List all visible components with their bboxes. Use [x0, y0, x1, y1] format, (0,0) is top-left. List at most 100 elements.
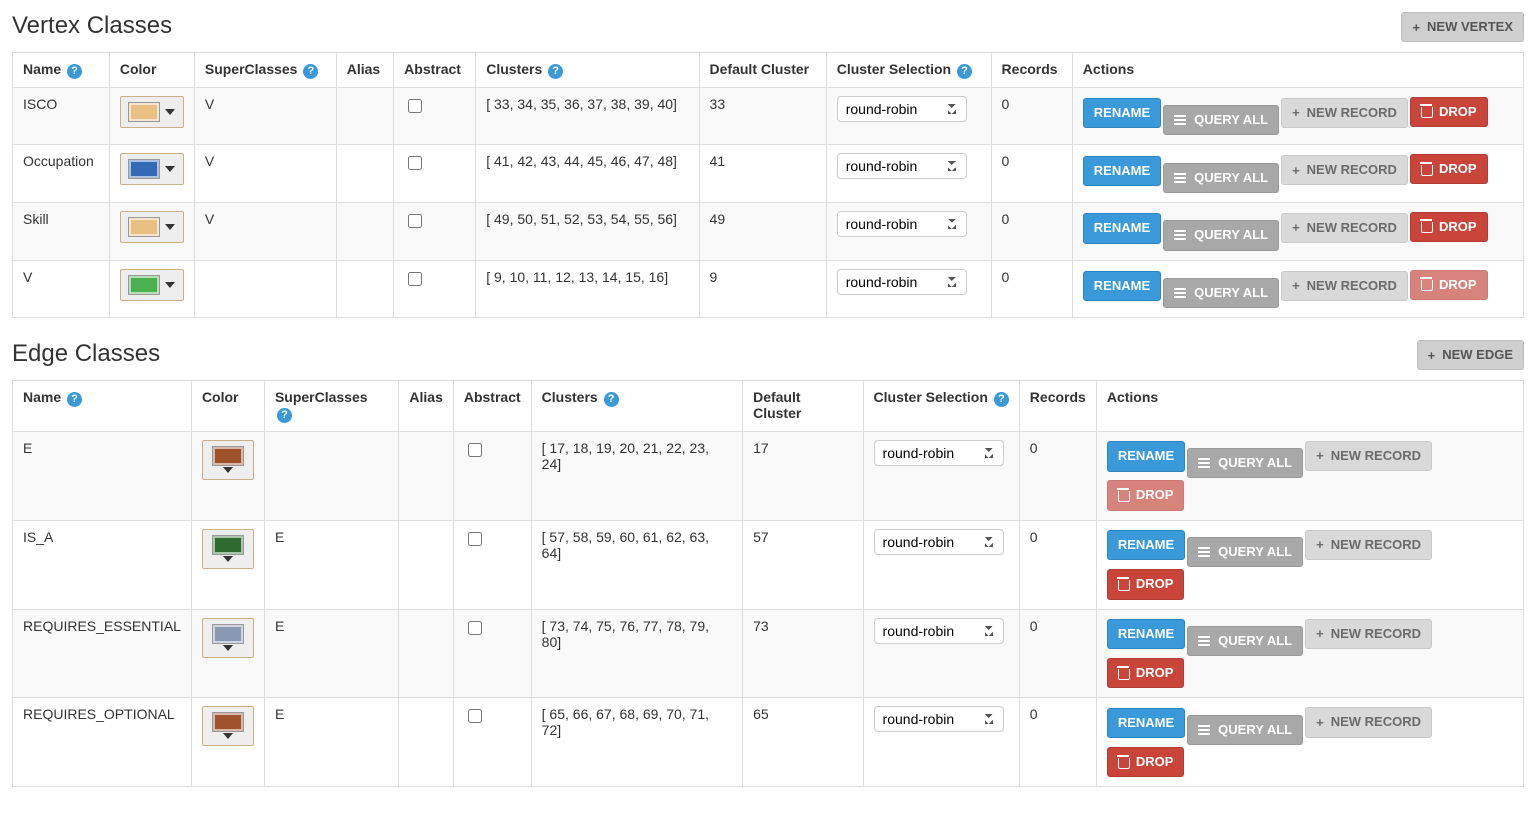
- query-all-button[interactable]: QUERY ALL: [1187, 626, 1303, 656]
- rename-button[interactable]: RENAME: [1083, 213, 1161, 243]
- col-default-cluster: Default Cluster: [699, 53, 826, 88]
- new-record-button[interactable]: NEW RECORD: [1305, 707, 1432, 737]
- abstract-checkbox[interactable]: [468, 443, 482, 457]
- query-all-button[interactable]: QUERY ALL: [1163, 220, 1279, 250]
- abstract-checkbox[interactable]: [468, 532, 482, 546]
- list-icon: [1174, 230, 1186, 240]
- abstract-checkbox[interactable]: [468, 621, 482, 635]
- query-all-button[interactable]: QUERY ALL: [1187, 715, 1303, 745]
- cell-superclasses: E: [264, 698, 398, 787]
- cluster-selection-select[interactable]: round-robin: [837, 211, 967, 237]
- cell-actions: RENAMEQUERY ALLNEW RECORD DROP: [1096, 431, 1523, 520]
- abstract-checkbox[interactable]: [408, 156, 422, 170]
- cluster-selection-select[interactable]: round-robin: [837, 153, 967, 179]
- cluster-selection-select[interactable]: round-robin: [874, 706, 1004, 732]
- new-record-button[interactable]: NEW RECORD: [1305, 441, 1432, 471]
- query-all-button[interactable]: QUERY ALL: [1187, 537, 1303, 567]
- query-all-button[interactable]: QUERY ALL: [1163, 105, 1279, 135]
- cell-name[interactable]: Skill: [13, 202, 110, 260]
- drop-button[interactable]: DROP: [1107, 747, 1185, 777]
- cluster-selection-select[interactable]: round-robin: [837, 96, 967, 122]
- col-records: Records: [991, 53, 1072, 88]
- plus-icon: [1316, 538, 1327, 551]
- abstract-checkbox[interactable]: [468, 709, 482, 723]
- help-icon[interactable]: ?: [303, 64, 318, 79]
- help-icon[interactable]: ?: [67, 64, 82, 79]
- drop-button[interactable]: DROP: [1410, 270, 1488, 300]
- color-picker-button[interactable]: [202, 440, 254, 480]
- drop-button[interactable]: DROP: [1410, 97, 1488, 127]
- rename-button[interactable]: RENAME: [1107, 441, 1185, 471]
- drop-button[interactable]: DROP: [1410, 212, 1488, 242]
- cell-name[interactable]: V: [13, 260, 110, 318]
- rename-button[interactable]: RENAME: [1083, 271, 1161, 301]
- vertex-title: Vertex Classes: [12, 12, 172, 40]
- cell-abstract: [394, 145, 476, 203]
- cell-default-cluster: 65: [743, 698, 863, 787]
- color-swatch: [213, 447, 243, 465]
- drop-button[interactable]: DROP: [1107, 658, 1185, 688]
- cell-name[interactable]: REQUIRES_ESSENTIAL: [13, 609, 192, 698]
- cell-clusters: [ 57, 58, 59, 60, 61, 62, 63, 64]: [531, 520, 742, 609]
- cluster-selection-select[interactable]: round-robin: [874, 618, 1004, 644]
- table-row: SkillV[ 49, 50, 51, 52, 53, 54, 55, 56]4…: [13, 202, 1524, 260]
- cell-name[interactable]: E: [13, 431, 192, 520]
- cell-records: 0: [1019, 698, 1096, 787]
- query-all-button[interactable]: QUERY ALL: [1187, 448, 1303, 478]
- cell-alias: [399, 698, 453, 787]
- color-picker-button[interactable]: [120, 211, 184, 243]
- new-record-button[interactable]: NEW RECORD: [1305, 619, 1432, 649]
- abstract-checkbox[interactable]: [408, 99, 422, 113]
- cell-clusters: [ 33, 34, 35, 36, 37, 38, 39, 40]: [476, 87, 699, 145]
- color-picker-button[interactable]: [120, 269, 184, 301]
- new-record-button[interactable]: NEW RECORD: [1281, 271, 1408, 301]
- col-superclasses: SuperClasses ?: [194, 53, 336, 88]
- new-record-button[interactable]: NEW RECORD: [1281, 155, 1408, 185]
- cluster-selection-select[interactable]: round-robin: [874, 529, 1004, 555]
- cell-name[interactable]: Occupation: [13, 145, 110, 203]
- query-all-button[interactable]: QUERY ALL: [1163, 163, 1279, 193]
- col-name: Name ?: [13, 381, 192, 432]
- new-record-button[interactable]: NEW RECORD: [1305, 530, 1432, 560]
- new-vertex-button[interactable]: NEW VERTEX: [1401, 12, 1524, 42]
- list-icon: [1198, 725, 1210, 735]
- trash-icon: [1421, 164, 1431, 175]
- abstract-checkbox[interactable]: [408, 272, 422, 286]
- cell-alias: [336, 145, 393, 203]
- cell-abstract: [453, 609, 531, 698]
- abstract-checkbox[interactable]: [408, 214, 422, 228]
- drop-button[interactable]: DROP: [1107, 569, 1185, 599]
- cluster-selection-select[interactable]: round-robin: [874, 440, 1004, 466]
- col-cluster-selection: Cluster Selection ?: [863, 381, 1019, 432]
- cluster-selection-select[interactable]: round-robin: [837, 269, 967, 295]
- drop-button[interactable]: DROP: [1107, 480, 1185, 510]
- trash-icon: [1118, 579, 1128, 590]
- new-edge-button[interactable]: NEW EDGE: [1417, 340, 1524, 370]
- new-record-button[interactable]: NEW RECORD: [1281, 213, 1408, 243]
- color-picker-button[interactable]: [120, 96, 184, 128]
- col-default-cluster: Default Cluster: [743, 381, 863, 432]
- rename-button[interactable]: RENAME: [1107, 708, 1185, 738]
- new-record-button[interactable]: NEW RECORD: [1281, 98, 1408, 128]
- color-picker-button[interactable]: [202, 618, 254, 658]
- help-icon[interactable]: ?: [67, 392, 82, 407]
- color-picker-button[interactable]: [120, 153, 184, 185]
- help-icon[interactable]: ?: [994, 392, 1009, 407]
- chevron-down-icon: [223, 645, 233, 651]
- rename-button[interactable]: RENAME: [1107, 619, 1185, 649]
- help-icon[interactable]: ?: [957, 64, 972, 79]
- query-all-button[interactable]: QUERY ALL: [1163, 278, 1279, 308]
- rename-button[interactable]: RENAME: [1083, 98, 1161, 128]
- help-icon[interactable]: ?: [277, 408, 292, 423]
- color-picker-button[interactable]: [202, 529, 254, 569]
- help-icon[interactable]: ?: [548, 64, 563, 79]
- cell-name[interactable]: ISCO: [13, 87, 110, 145]
- rename-button[interactable]: RENAME: [1083, 156, 1161, 186]
- help-icon[interactable]: ?: [604, 392, 619, 407]
- chevron-down-icon: [165, 224, 175, 230]
- color-picker-button[interactable]: [202, 706, 254, 746]
- rename-button[interactable]: RENAME: [1107, 530, 1185, 560]
- cell-name[interactable]: REQUIRES_OPTIONAL: [13, 698, 192, 787]
- cell-name[interactable]: IS_A: [13, 520, 192, 609]
- drop-button[interactable]: DROP: [1410, 154, 1488, 184]
